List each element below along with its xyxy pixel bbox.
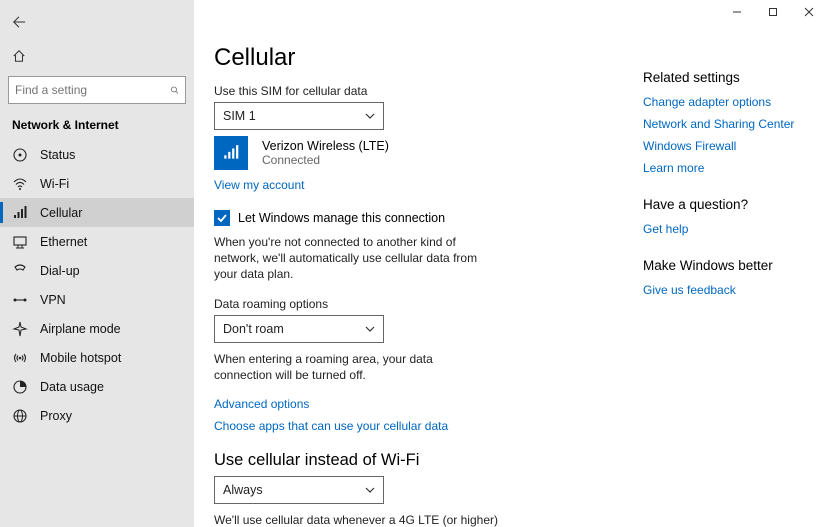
have-question-heading: Have a question?: [643, 197, 803, 212]
roaming-label: Data roaming options: [214, 297, 623, 311]
sim-select[interactable]: SIM 1: [214, 102, 384, 130]
search-input-wrapper[interactable]: [8, 76, 186, 104]
sidebar-item-label: VPN: [40, 293, 66, 307]
search-input[interactable]: [15, 83, 170, 97]
advanced-options-link[interactable]: Advanced options: [214, 397, 309, 411]
sidebar-item-label: Airplane mode: [40, 322, 121, 336]
sidebar-item-status[interactable]: Status: [0, 140, 194, 169]
cellular-instead-heading: Use cellular instead of Wi-Fi: [214, 451, 623, 470]
hotspot-icon: [12, 350, 28, 366]
sidebar-section-title: Network & Internet: [0, 114, 194, 140]
sidebar-item-hotspot[interactable]: Mobile hotspot: [0, 343, 194, 372]
sidebar-item-label: Wi-Fi: [40, 177, 69, 191]
sidebar-item-label: Status: [40, 148, 75, 162]
sidebar-item-ethernet[interactable]: Ethernet: [0, 227, 194, 256]
data-usage-icon: [12, 379, 28, 395]
page-title: Cellular: [214, 44, 623, 72]
home-button[interactable]: [0, 42, 36, 70]
network-entry[interactable]: Verizon Wireless (LTE) Connected: [214, 136, 623, 170]
checkbox-checked-icon: [214, 210, 230, 226]
sidebar-item-label: Mobile hotspot: [40, 351, 121, 365]
main-content: Cellular Use this SIM for cellular data …: [194, 0, 827, 527]
search-icon: [170, 83, 179, 97]
choose-apps-link[interactable]: Choose apps that can use your cellular d…: [214, 419, 448, 433]
instead-desc: We'll use cellular data whenever a 4G LT…: [214, 512, 514, 527]
sidebar-item-vpn[interactable]: VPN: [0, 285, 194, 314]
wifi-icon: [12, 176, 28, 192]
sidebar-item-label: Dial-up: [40, 264, 80, 278]
change-adapter-link[interactable]: Change adapter options: [643, 95, 803, 109]
network-name: Verizon Wireless (LTE): [262, 139, 389, 153]
maximize-button[interactable]: [755, 0, 791, 24]
network-status: Connected: [262, 153, 389, 167]
sidebar-item-proxy[interactable]: Proxy: [0, 401, 194, 430]
instead-select-value: Always: [223, 483, 263, 497]
sidebar-item-airplane[interactable]: Airplane mode: [0, 314, 194, 343]
back-button[interactable]: [0, 8, 36, 36]
make-better-heading: Make Windows better: [643, 258, 803, 273]
minimize-button[interactable]: [719, 0, 755, 24]
airplane-icon: [12, 321, 28, 337]
get-help-link[interactable]: Get help: [643, 222, 803, 236]
roaming-select[interactable]: Don't roam: [214, 315, 384, 343]
sim-select-label: Use this SIM for cellular data: [214, 84, 623, 98]
manage-connection-checkbox-row[interactable]: Let Windows manage this connection: [214, 210, 623, 226]
ethernet-icon: [12, 234, 28, 250]
sidebar-item-dialup[interactable]: Dial-up: [0, 256, 194, 285]
home-icon: [12, 49, 26, 63]
chevron-down-icon: [365, 485, 375, 495]
firewall-link[interactable]: Windows Firewall: [643, 139, 803, 153]
manage-connection-desc: When you're not connected to another kin…: [214, 234, 494, 283]
sidebar-item-label: Data usage: [40, 380, 104, 394]
view-account-link[interactable]: View my account: [214, 178, 305, 192]
roaming-desc: When entering a roaming area, your data …: [214, 351, 494, 383]
chevron-down-icon: [365, 111, 375, 121]
manage-connection-label: Let Windows manage this connection: [238, 211, 445, 225]
arrow-left-icon: [12, 15, 26, 29]
instead-select[interactable]: Always: [214, 476, 384, 504]
right-rail: Related settings Change adapter options …: [643, 24, 803, 511]
feedback-link[interactable]: Give us feedback: [643, 283, 803, 297]
cellular-signal-icon: [214, 136, 248, 170]
close-button[interactable]: [791, 0, 827, 24]
sharing-center-link[interactable]: Network and Sharing Center: [643, 117, 803, 131]
sidebar-item-cellular[interactable]: Cellular: [0, 198, 194, 227]
sidebar: Network & Internet Status Wi-Fi Cellular…: [0, 0, 194, 527]
roaming-select-value: Don't roam: [223, 322, 284, 336]
status-icon: [12, 147, 28, 163]
sidebar-item-label: Ethernet: [40, 235, 87, 249]
chevron-down-icon: [365, 324, 375, 334]
dialup-icon: [12, 263, 28, 279]
cellular-icon: [12, 205, 28, 221]
sim-select-value: SIM 1: [223, 109, 256, 123]
proxy-icon: [12, 408, 28, 424]
related-settings-heading: Related settings: [643, 70, 803, 85]
sidebar-item-label: Proxy: [40, 409, 72, 423]
sidebar-item-wifi[interactable]: Wi-Fi: [0, 169, 194, 198]
learn-more-link[interactable]: Learn more: [643, 161, 803, 175]
sidebar-item-label: Cellular: [40, 206, 82, 220]
sidebar-item-datausage[interactable]: Data usage: [0, 372, 194, 401]
vpn-icon: [12, 292, 28, 308]
